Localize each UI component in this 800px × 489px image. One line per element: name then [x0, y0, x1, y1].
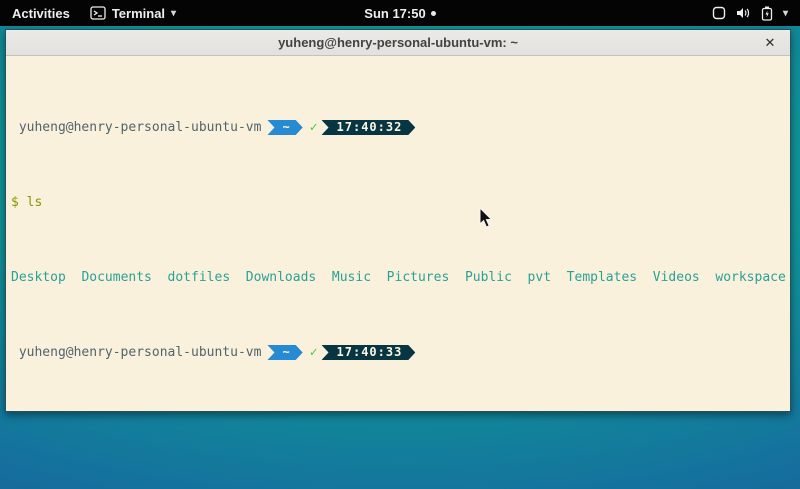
- prompt-username: yuheng@henry-personal-ubuntu-vm: [11, 345, 261, 360]
- prompt-path-segment: ~: [267, 345, 302, 360]
- directory-entry: pvt: [528, 270, 551, 285]
- activities-button[interactable]: Activities: [0, 0, 82, 26]
- prompt-time-segment: 17:40:33: [322, 345, 416, 360]
- notification-dot-icon: [431, 11, 436, 16]
- prompt-line-2: yuheng@henry-personal-ubuntu-vm ~ ✓ 17:4…: [11, 345, 785, 360]
- terminal-window: yuheng@henry-personal-ubuntu-vm: ~ ✕ yuh…: [5, 29, 791, 412]
- typed-command: ls: [27, 195, 43, 210]
- directory-entry: Music: [332, 270, 371, 285]
- directory-entry: Pictures: [387, 270, 450, 285]
- activities-label: Activities: [12, 6, 70, 21]
- chevron-down-icon: ▾: [171, 8, 176, 19]
- battery-charging-icon: [761, 6, 773, 21]
- prompt-status-check-icon: ✓: [310, 345, 318, 360]
- directory-entry: Downloads: [246, 270, 316, 285]
- directory-entry: Desktop: [11, 270, 66, 285]
- clock-label[interactable]: Sun 17:50: [364, 6, 425, 21]
- directory-entry: Public: [465, 270, 512, 285]
- directory-entry: Documents: [81, 270, 151, 285]
- prompt-username: yuheng@henry-personal-ubuntu-vm: [11, 120, 261, 135]
- chevron-down-icon: ▾: [783, 8, 788, 19]
- terminal-icon: [90, 6, 106, 20]
- app-menu-label: Terminal: [112, 6, 165, 21]
- screen-icon: [712, 6, 726, 20]
- prompt-time-segment: 17:40:32: [322, 120, 416, 135]
- app-menu-terminal[interactable]: Terminal ▾: [82, 0, 184, 26]
- terminal-output[interactable]: yuheng@henry-personal-ubuntu-vm ~ ✓ 17:4…: [6, 56, 790, 411]
- volume-icon: [736, 6, 751, 20]
- command-line: $ ls: [11, 195, 785, 210]
- system-status-area[interactable]: ▾: [706, 0, 794, 26]
- directory-entry: dotfiles: [168, 270, 231, 285]
- prompt-status-check-icon: ✓: [310, 120, 318, 135]
- prompt-dollar: $: [11, 195, 27, 210]
- directory-entry: Templates: [567, 270, 637, 285]
- close-icon[interactable]: ✕: [760, 33, 780, 53]
- window-titlebar[interactable]: yuheng@henry-personal-ubuntu-vm: ~ ✕: [6, 30, 790, 56]
- prompt-path-segment: ~: [267, 120, 302, 135]
- directory-entry: workspace: [715, 270, 785, 285]
- window-title: yuheng@henry-personal-ubuntu-vm: ~: [278, 35, 518, 50]
- top-bar: Activities Terminal ▾ Sun 17:50: [0, 0, 800, 26]
- prompt-line-1: yuheng@henry-personal-ubuntu-vm ~ ✓ 17:4…: [11, 120, 785, 135]
- directory-entry: Videos: [653, 270, 700, 285]
- ls-output-line: Desktop Documents dotfiles Downloads Music Pi…: [11, 270, 785, 285]
